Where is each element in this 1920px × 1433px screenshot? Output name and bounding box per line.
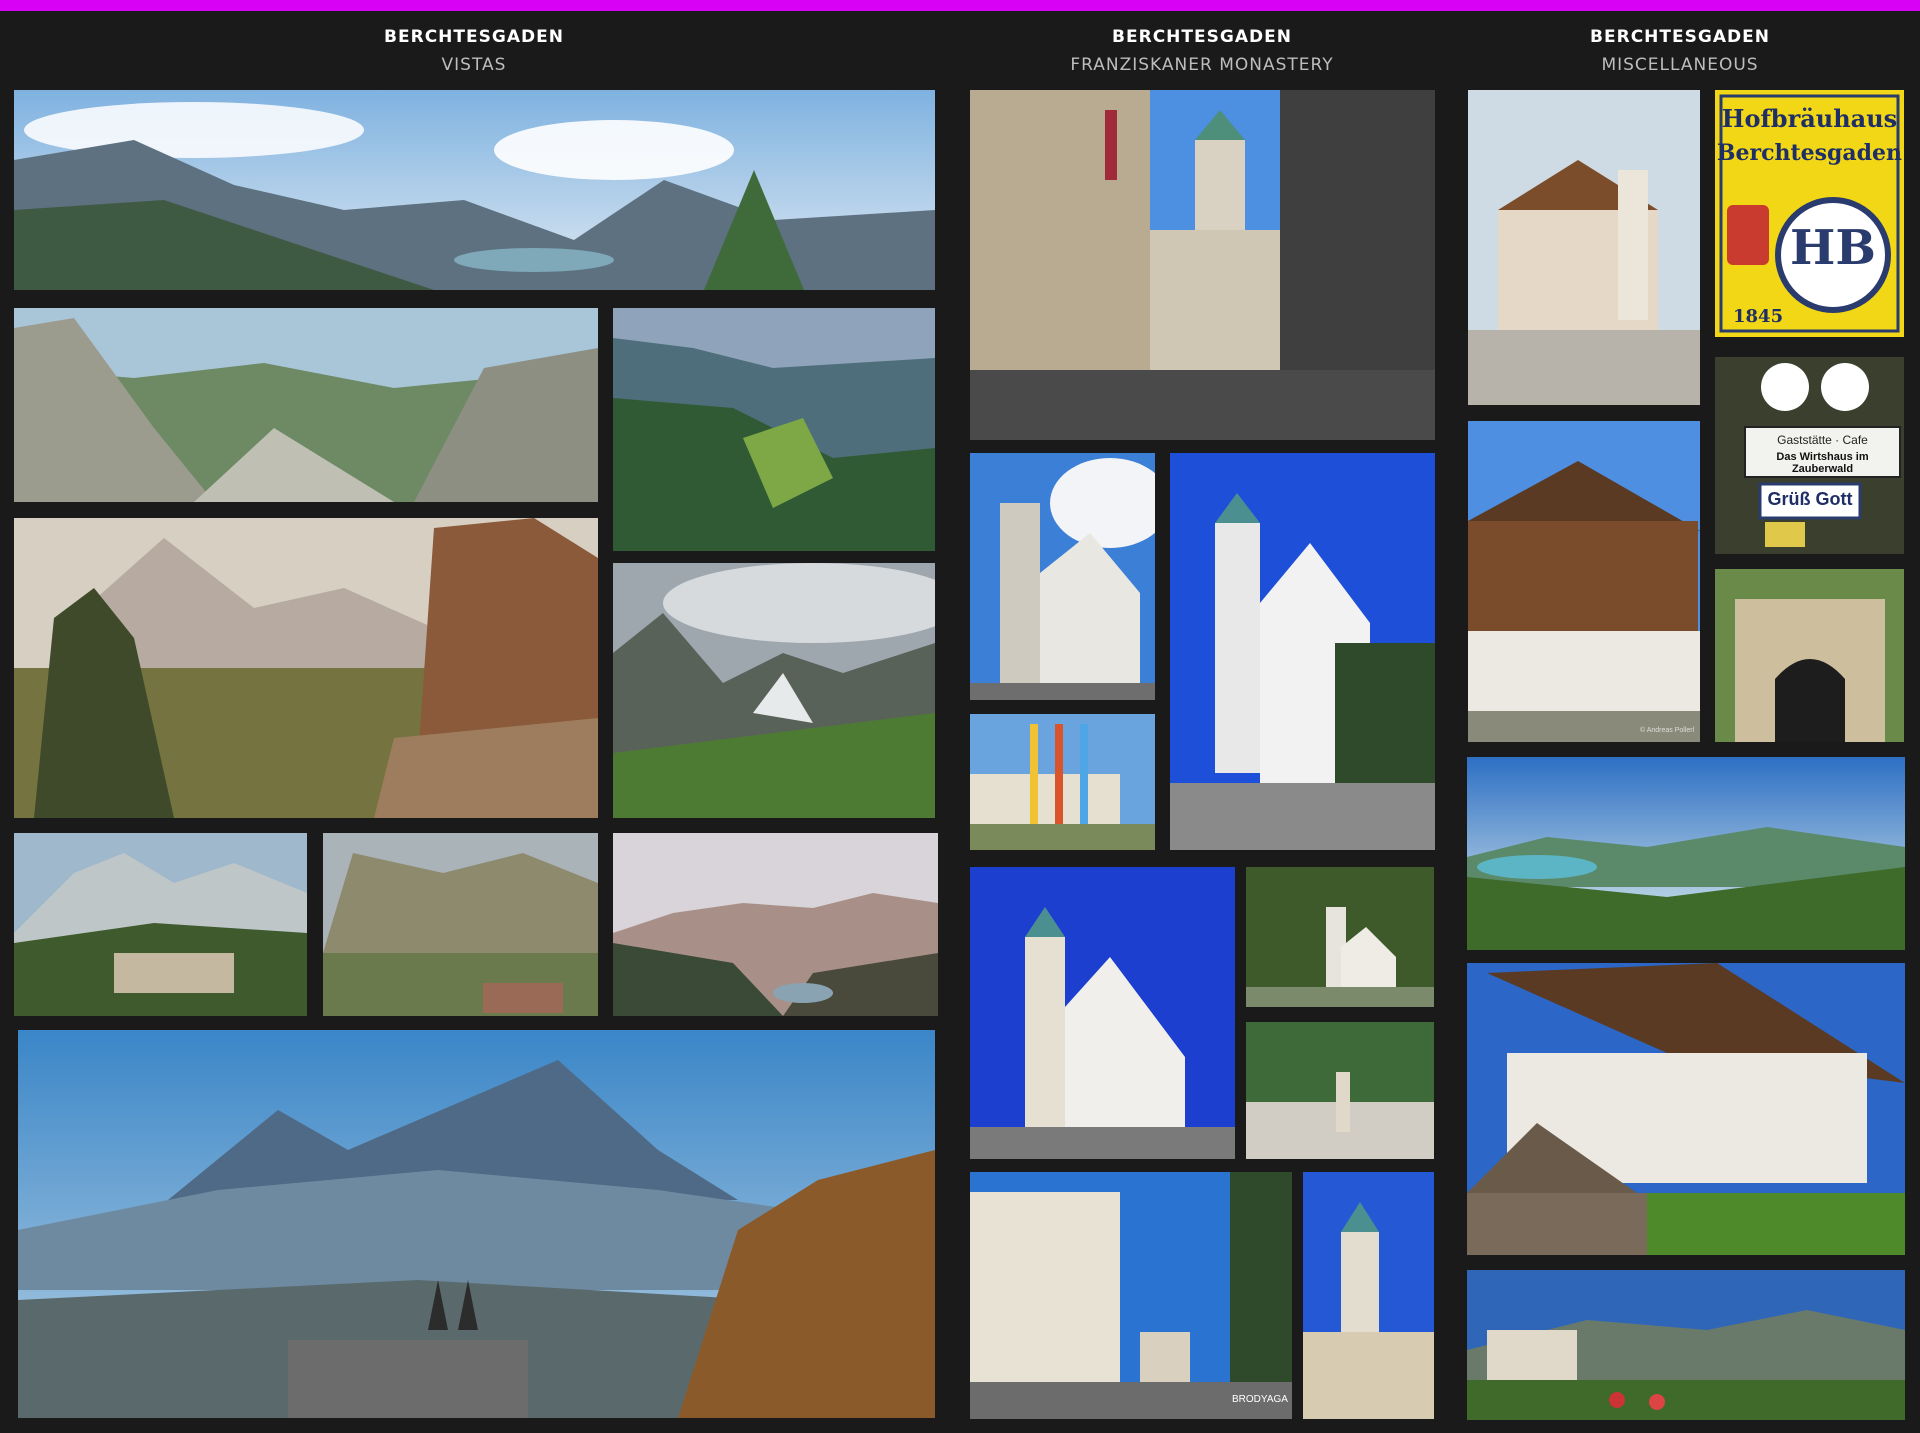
column-header-monastery: BERCHTESGADEN FRANZISKANER MONASTERY	[1002, 26, 1402, 76]
column-subtitle: MISCELLANEOUS	[1601, 55, 1759, 75]
photo-misc-cafe-sign[interactable]: Gaststätte · Cafe Das Wirtshaus im Zaube…	[1715, 357, 1904, 554]
photo-misc-hofbrauhaus-sign[interactable]: Hofbräuhaus Berchtesgaden HB 1845	[1715, 90, 1904, 337]
photo-vista-lake-gorge[interactable]	[613, 833, 938, 1016]
photo-vista-rocky-valley[interactable]	[14, 308, 598, 502]
photo-vista-painting[interactable]	[14, 518, 598, 818]
photo-vista-valley-town[interactable]	[323, 833, 598, 1016]
sign-hofbrauhaus-line1: Hofbräuhaus	[1721, 104, 1898, 133]
photo-monastery-church-clouds[interactable]	[970, 453, 1155, 700]
photo-monastery-church-front[interactable]	[970, 867, 1235, 1159]
watermark-brodyaga: BRODYAGA	[1232, 1394, 1288, 1405]
photo-misc-lake-panorama[interactable]	[1467, 757, 1905, 950]
photo-misc-mine-entrance[interactable]	[1715, 569, 1904, 742]
photo-vista-panorama[interactable]	[14, 90, 935, 290]
photo-vista-town-mountains[interactable]	[14, 833, 307, 1016]
column-title: BERCHTESGADEN	[1590, 27, 1770, 47]
column-title: BERCHTESGADEN	[384, 27, 564, 47]
photo-monastery-town-view[interactable]	[1246, 1022, 1434, 1159]
photo-monastery-hillside[interactable]	[1246, 867, 1434, 1007]
sign-gruss-gott: Grüß Gott	[1767, 489, 1853, 509]
photo-monastery-flags[interactable]	[970, 714, 1155, 850]
sign-hofbrauhaus-monogram: HB	[1790, 220, 1876, 276]
photo-monastery-church-blue[interactable]	[1170, 453, 1435, 850]
photo-monastery-street-arcades[interactable]: BRODYAGA	[970, 1172, 1292, 1419]
photo-monastery-street[interactable]	[970, 90, 1435, 440]
photo-misc-alpine-terrace[interactable]	[1467, 1270, 1905, 1420]
photo-misc-chalet[interactable]: © Andreas Pollerl	[1468, 421, 1700, 742]
sign-hofbrauhaus-year: 1845	[1733, 306, 1784, 327]
column-header-miscellaneous: BERCHTESGADEN MISCELLANEOUS	[1480, 26, 1880, 76]
photo-misc-hotel-street[interactable]	[1468, 90, 1700, 405]
photo-vista-watzmann[interactable]	[18, 1030, 935, 1418]
sign-cafe-line2: Das Wirtshaus im Zauberwald	[1776, 451, 1869, 475]
photo-vista-cloudy-peaks[interactable]	[613, 563, 935, 818]
watermark-andreas: © Andreas Pollerl	[1640, 727, 1695, 734]
column-subtitle: VISTAS	[441, 55, 507, 75]
photo-vista-green-ridge[interactable]	[613, 308, 935, 551]
column-subtitle: FRANZISKANER MONASTERY	[1070, 55, 1334, 75]
top-accent-bar	[0, 0, 1920, 11]
photo-monastery-tower[interactable]	[1303, 1172, 1434, 1419]
column-title: BERCHTESGADEN	[1112, 27, 1292, 47]
photo-misc-farmhouse[interactable]	[1467, 963, 1905, 1255]
sign-hofbrauhaus-line2: Berchtesgaden	[1716, 140, 1903, 166]
column-header-vistas: BERCHTESGADEN VISTAS	[274, 26, 674, 76]
sign-cafe-line1: Gaststätte · Cafe	[1777, 433, 1868, 447]
